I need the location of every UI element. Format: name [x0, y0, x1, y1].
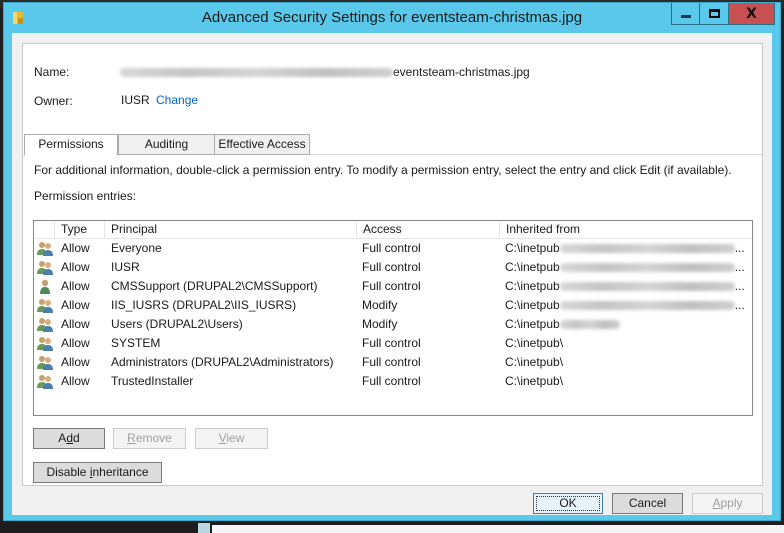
principal-cell: SYSTEM [111, 336, 161, 350]
maximize-button[interactable] [700, 3, 729, 25]
minimize-button[interactable] [671, 3, 700, 25]
owner-label: Owner: [34, 94, 73, 108]
caption-buttons: X [671, 3, 775, 25]
access-cell: Modify [362, 317, 398, 331]
blurred-path [559, 244, 735, 254]
list-header: Type Principal Access Inherited from [34, 221, 752, 239]
blurred-path [559, 301, 735, 311]
table-row[interactable]: Allow SYSTEM Full control C:\inetpub\ [34, 334, 752, 353]
type-cell: Allow [61, 260, 90, 274]
add-button[interactable]: Add [33, 428, 105, 449]
name-value: eventsteam-christmas.jpg [120, 65, 530, 79]
title-bar[interactable]: Advanced Security Settings for eventstea… [4, 3, 780, 33]
desktop-background-bottom [0, 523, 784, 533]
principal-cell: Everyone [111, 241, 162, 255]
view-button[interactable]: View [195, 428, 268, 449]
owner-value: IUSR [121, 93, 150, 107]
principal-cell: IIS_IUSRS (DRUPAL2\IIS_IUSRS) [111, 298, 297, 312]
type-cell: Allow [61, 355, 90, 369]
blurred-path [559, 282, 735, 292]
disable-inheritance-button[interactable]: Disable inheritance [33, 462, 162, 483]
table-row[interactable]: Allow Administrators (DRUPAL2\Administrat… [34, 353, 752, 372]
type-cell: Allow [61, 374, 90, 388]
access-cell: Full control [362, 355, 421, 369]
user-icon [37, 279, 53, 294]
inherited-from-cell: C:\inetpub [505, 315, 750, 334]
dialog-client-area: Name: eventsteam-christmas.jpg Owner: IU… [12, 33, 772, 515]
type-cell: Allow [61, 241, 90, 255]
remove-button[interactable]: Remove [113, 428, 186, 449]
principal-cell: IUSR [111, 260, 140, 274]
access-cell: Full control [362, 336, 421, 350]
tab-permissions[interactable]: Permissions [24, 134, 118, 156]
inherited-from-cell: C:\inetpub\ [505, 336, 564, 350]
table-row[interactable]: Allow IUSR Full control C:\inetpub... [34, 258, 752, 277]
group-icon [37, 298, 53, 313]
tab-effective-access[interactable]: Effective Access [214, 134, 310, 155]
tab-auditing[interactable]: Auditing [118, 134, 215, 155]
access-cell: Full control [362, 260, 421, 274]
group-icon [37, 260, 53, 275]
table-row[interactable]: Allow Users (DRUPAL2\Users) Modify C:\inetp… [34, 315, 752, 334]
close-button[interactable]: X [729, 3, 775, 25]
apply-button[interactable]: Apply [692, 493, 763, 514]
column-header-type[interactable]: Type [54, 221, 104, 239]
column-header-inherited-from[interactable]: Inherited from [499, 221, 753, 239]
inherited-from-cell: C:\inetpub... [505, 260, 745, 274]
type-cell: Allow [61, 336, 90, 350]
blurred-path [120, 68, 393, 78]
principal-cell: TrustedInstaller [111, 374, 194, 388]
change-owner-link[interactable]: Change [156, 93, 198, 107]
permission-entries-label: Permission entries: [34, 189, 137, 203]
type-cell: Allow [61, 298, 90, 312]
access-cell: Full control [362, 279, 421, 293]
inherited-from-cell: C:\inetpub... [505, 279, 745, 293]
background-window [212, 525, 784, 533]
inherited-from-cell: C:\inetpub\ [505, 355, 564, 369]
inherited-from-cell: C:\inetpub\ [505, 374, 564, 388]
ok-button[interactable]: OK [533, 493, 603, 514]
instructions-text: For additional information, double-click… [34, 163, 732, 177]
table-row[interactable]: Allow TrustedInstaller Full control C:\inet… [34, 372, 752, 391]
cancel-button[interactable]: Cancel [612, 493, 683, 514]
group-icon [37, 336, 53, 351]
access-cell: Full control [362, 241, 421, 255]
access-cell: Modify [362, 298, 398, 312]
maximize-icon [708, 9, 720, 18]
blurred-path [559, 320, 620, 330]
table-row[interactable]: Allow CMSSupport (DRUPAL2\CMSSupport) Full… [34, 277, 752, 296]
table-row[interactable]: Allow Everyone Full control C:\inetpub... [34, 239, 752, 258]
access-cell: Full control [362, 374, 421, 388]
name-label: Name: [34, 65, 70, 79]
close-icon: X [746, 5, 757, 22]
table-row[interactable]: Allow IIS_IUSRS (DRUPAL2\IIS_IUSRS) Modify… [34, 296, 752, 315]
column-header-principal[interactable]: Principal [104, 221, 356, 239]
inherited-from-cell: C:\inetpub... [505, 241, 745, 255]
inherited-from-cell: C:\inetpub... [505, 298, 745, 312]
background-tile [198, 523, 210, 533]
window-title: Advanced Security Settings for eventstea… [201, 9, 583, 26]
principal-cell: Users (DRUPAL2\Users) [111, 317, 243, 331]
file-name: eventsteam-christmas.jpg [393, 65, 530, 79]
advanced-security-settings-window: Advanced Security Settings for eventstea… [3, 2, 781, 521]
minimize-icon [680, 15, 691, 18]
type-cell: Allow [61, 317, 90, 331]
content-panel: Name: eventsteam-christmas.jpg Owner: IU… [22, 43, 763, 486]
permission-entries-list[interactable]: Type Principal Access Inherited from All… [33, 220, 753, 416]
type-cell: Allow [61, 279, 90, 293]
group-icon [37, 241, 53, 256]
principal-cell: CMSSupport (DRUPAL2\CMSSupport) [111, 279, 318, 293]
principal-cell: Administrators (DRUPAL2\Administrators) [111, 355, 334, 369]
group-icon [37, 374, 53, 389]
group-icon [37, 355, 53, 370]
group-icon [37, 317, 53, 332]
column-header-access[interactable]: Access [356, 221, 499, 239]
blurred-path [559, 263, 735, 273]
